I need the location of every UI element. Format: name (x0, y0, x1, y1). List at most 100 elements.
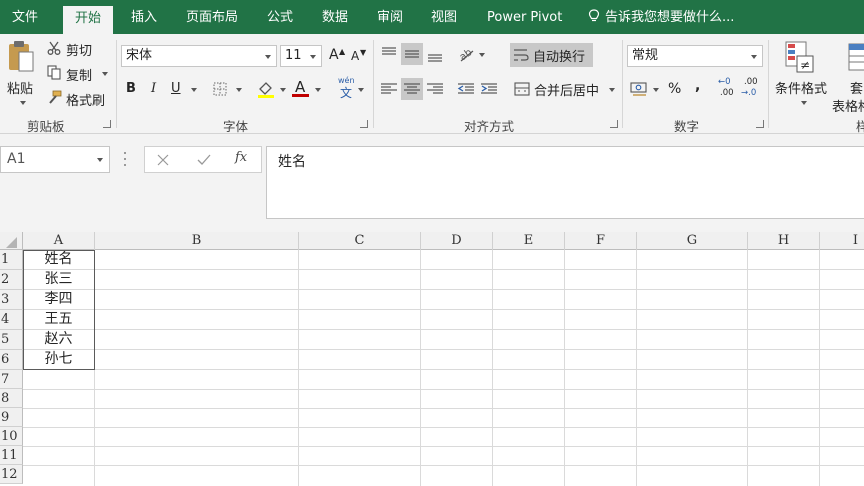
percent-style-button[interactable]: % (665, 78, 687, 100)
tab-view[interactable]: 视图 (431, 0, 457, 34)
font-launcher-icon[interactable] (360, 120, 368, 128)
format-painter-button[interactable]: 格式刷 (46, 88, 110, 109)
wrap-text-button[interactable]: 自动换行 (510, 43, 593, 67)
chevron-down-icon (653, 88, 659, 92)
formula-bar-splitter[interactable] (124, 152, 127, 166)
borders-button[interactable] (210, 78, 246, 100)
align-top-button[interactable] (378, 43, 400, 65)
column-header-b[interactable]: B (95, 232, 299, 250)
font-group-label: 字体 (223, 119, 249, 134)
align-center-button[interactable] (401, 78, 423, 100)
alignment-launcher-icon[interactable] (610, 120, 618, 128)
row-header-9[interactable]: 9 (0, 408, 23, 427)
format-as-table-label-top: 套 (850, 82, 864, 97)
align-middle-button[interactable] (401, 43, 423, 65)
row-header-6[interactable]: 6 (0, 350, 23, 370)
format-as-table-icon (848, 43, 864, 71)
paste-button[interactable]: 粘贴 (4, 38, 36, 110)
align-bottom-button[interactable] (424, 43, 446, 65)
increase-font-size-icon: A (329, 47, 339, 63)
number-format-select[interactable]: 常规 (627, 45, 763, 67)
phonetic-guide-button[interactable]: wén 文 (336, 76, 366, 100)
paint-bucket-icon (258, 82, 274, 98)
name-box[interactable]: A1 (0, 146, 110, 173)
conditional-format-button[interactable]: ≠ 条件格式 (772, 38, 830, 112)
gridline (23, 446, 864, 447)
column-header-c[interactable]: C (299, 232, 421, 250)
text-orientation-icon: ab (458, 47, 475, 63)
column-header-h[interactable]: H (748, 232, 820, 250)
tab-insert[interactable]: 插入 (131, 0, 157, 34)
clipboard-launcher-icon[interactable] (103, 120, 111, 128)
fill-color-button[interactable] (255, 78, 289, 100)
underline-icon: U (171, 81, 181, 96)
row-header-5[interactable]: 5 (0, 330, 23, 350)
decrease-decimal-icon-top: .00 (744, 77, 758, 87)
tell-me-text: 告诉我您想要做什么... (605, 10, 735, 25)
column-header-e[interactable]: E (493, 232, 565, 250)
row-header-10[interactable]: 10 (0, 427, 23, 446)
scissors-icon (47, 41, 61, 55)
underline-button[interactable]: U (167, 78, 201, 100)
row-header-11[interactable]: 11 (0, 446, 23, 465)
tab-review[interactable]: 审阅 (377, 0, 403, 34)
chevron-down-icon (97, 158, 103, 162)
select-all-button[interactable] (0, 232, 23, 250)
paste-label: 粘贴 (7, 82, 34, 97)
chevron-down-icon (310, 55, 316, 59)
accounting-format-button[interactable] (628, 78, 662, 100)
copy-button[interactable]: 复制 (46, 63, 110, 84)
font-size-select[interactable]: 11 (280, 45, 322, 67)
tab-data[interactable]: 数据 (322, 0, 348, 34)
column-header-i[interactable]: I (820, 232, 864, 250)
increase-indent-button[interactable] (478, 78, 500, 100)
bold-button[interactable]: B (121, 78, 143, 100)
row-header-4[interactable]: 4 (0, 310, 23, 330)
decrease-font-size-button[interactable]: A ▼ (348, 45, 370, 67)
enter-check-icon[interactable] (197, 154, 211, 166)
row-header-2[interactable]: 2 (0, 270, 23, 290)
cancel-icon[interactable] (157, 154, 169, 166)
tab-file[interactable]: 文件 (12, 0, 38, 34)
align-left-button[interactable] (378, 78, 400, 100)
tab-formulas[interactable]: 公式 (267, 0, 293, 34)
tell-me-search[interactable]: 告诉我您想要做什么... (588, 0, 734, 34)
paste-icon (9, 41, 34, 72)
column-header-d[interactable]: D (421, 232, 493, 250)
group-divider (373, 40, 374, 128)
row-header-8[interactable]: 8 (0, 389, 23, 408)
column-header-f[interactable]: F (565, 232, 637, 250)
row-header-3[interactable]: 3 (0, 290, 23, 310)
row-header-7[interactable]: 7 (0, 370, 23, 389)
font-color-button[interactable]: A (291, 78, 325, 100)
italic-button[interactable]: I (144, 78, 166, 100)
formula-input[interactable]: 姓名 (266, 146, 864, 219)
column-header-g[interactable]: G (637, 232, 748, 250)
decrease-decimal-button[interactable]: .00 →.0 (740, 77, 764, 99)
insert-function-icon[interactable]: fx (235, 150, 247, 165)
copy-label: 复制 (66, 69, 93, 84)
formula-buttons: fx (144, 146, 262, 173)
cut-button[interactable]: 剪切 (46, 38, 106, 59)
increase-font-size-button[interactable]: A ▲ (326, 45, 348, 67)
column-header-a[interactable]: A (23, 232, 95, 250)
ribbon-tab-bar: 文件 开始 插入 页面布局 公式 数据 审阅 视图 Power Pivot 告诉… (0, 0, 864, 34)
comma-style-button[interactable]: , (688, 78, 710, 100)
gridline (420, 250, 421, 486)
merge-center-button[interactable]: 合并后居中 (512, 78, 618, 100)
group-divider (116, 40, 117, 128)
tab-home[interactable]: 开始 (63, 6, 114, 34)
font-name-select[interactable]: 宋体 (121, 45, 277, 67)
increase-decimal-button[interactable]: ←0 .00 (716, 77, 740, 99)
row-header-1[interactable]: 1 (0, 250, 23, 270)
format-as-table-button[interactable]: 套 表格格 (832, 38, 864, 112)
gridline (23, 369, 864, 370)
tab-power-pivot[interactable]: Power Pivot (487, 0, 562, 34)
decrease-indent-button[interactable] (455, 78, 477, 100)
tab-page-layout[interactable]: 页面布局 (186, 0, 238, 34)
orientation-button[interactable]: ab (455, 43, 489, 65)
alignment-group-label: 对齐方式 (464, 119, 515, 134)
align-right-button[interactable] (424, 78, 446, 100)
row-header-12[interactable]: 12 (0, 465, 23, 484)
number-launcher-icon[interactable] (756, 120, 764, 128)
